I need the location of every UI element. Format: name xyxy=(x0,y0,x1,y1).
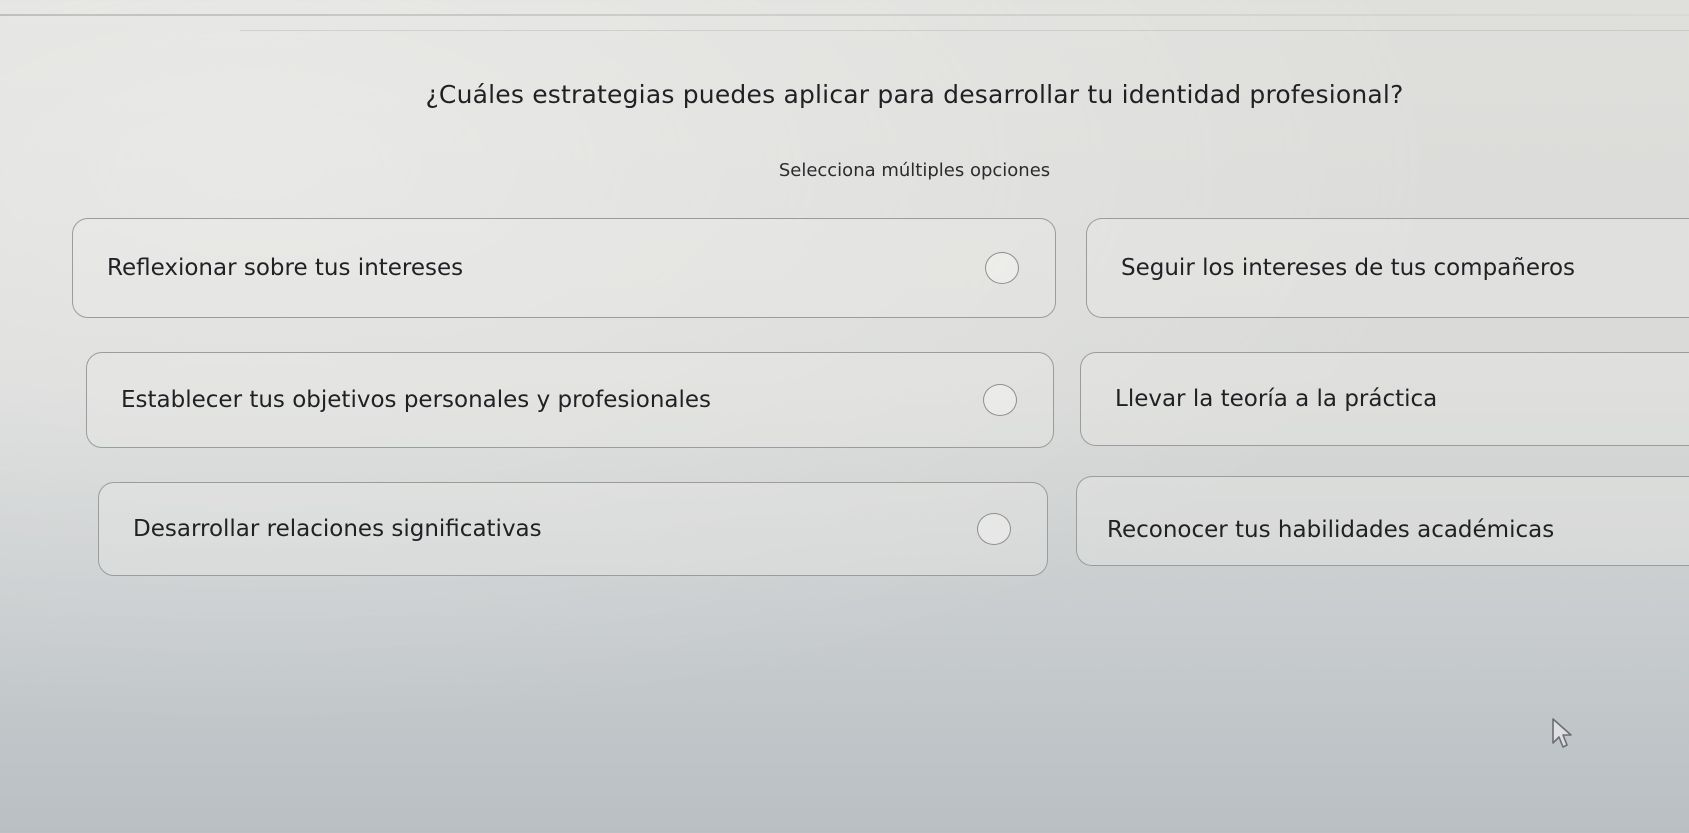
radio-circle-icon[interactable] xyxy=(983,384,1017,416)
selection-instruction: Selecciona múltiples opciones xyxy=(778,160,1051,181)
option-reconocer-habilidades[interactable]: Reconocer tus habilidades académicas xyxy=(1076,476,1689,566)
option-label: Llevar la teoría a la práctica xyxy=(1115,386,1438,412)
option-reflexionar-intereses[interactable]: Reflexionar sobre tus intereses xyxy=(72,218,1056,318)
option-label: Reflexionar sobre tus intereses xyxy=(107,255,464,281)
option-desarrollar-relaciones[interactable]: Desarrollar relaciones significativas xyxy=(98,482,1048,576)
option-llevar-teoria-practica[interactable]: Llevar la teoría a la práctica xyxy=(1080,352,1689,446)
screen-divider xyxy=(240,30,1689,31)
radio-circle-icon[interactable] xyxy=(985,252,1019,284)
radio-circle-icon[interactable] xyxy=(977,513,1011,545)
option-establecer-objetivos[interactable]: Establecer tus objetivos personales y pr… xyxy=(86,352,1054,448)
screen-top-edge xyxy=(0,14,1689,16)
mouse-cursor-icon xyxy=(1552,718,1572,748)
option-label: Desarrollar relaciones significativas xyxy=(133,516,542,542)
option-label: Establecer tus objetivos personales y pr… xyxy=(121,387,712,413)
option-seguir-intereses-companeros[interactable]: Seguir los intereses de tus compañeros xyxy=(1086,218,1689,318)
question-title: ¿Cuáles estrategias puedes aplicar para … xyxy=(425,80,1404,109)
option-label: Reconocer tus habilidades académicas xyxy=(1107,517,1555,543)
option-label: Seguir los intereses de tus compañeros xyxy=(1121,255,1576,281)
